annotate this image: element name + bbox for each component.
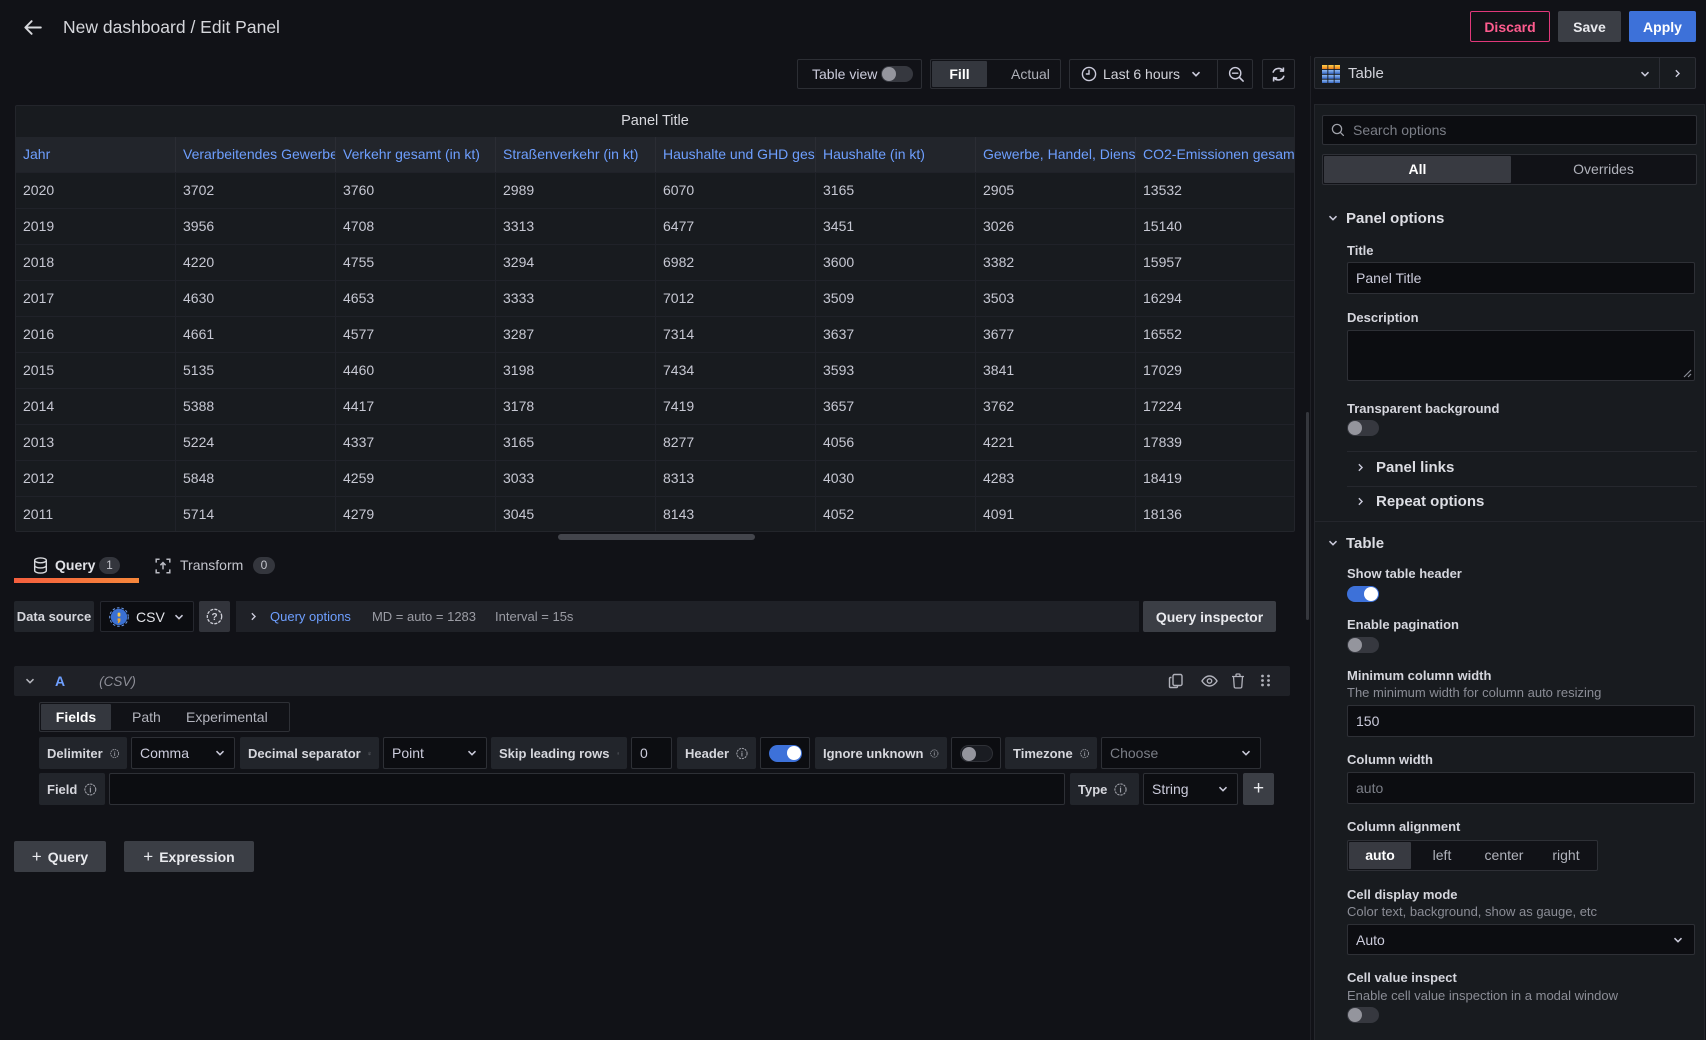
- svg-text:i: i: [1084, 751, 1086, 757]
- svg-text:i: i: [618, 753, 619, 755]
- svg-text:i: i: [741, 749, 743, 758]
- svg-text:i: i: [369, 753, 370, 755]
- svg-text:?: ?: [211, 612, 217, 623]
- svg-text:i: i: [90, 785, 92, 794]
- svg-text:i: i: [113, 751, 115, 757]
- svg-text:i: i: [1120, 784, 1122, 794]
